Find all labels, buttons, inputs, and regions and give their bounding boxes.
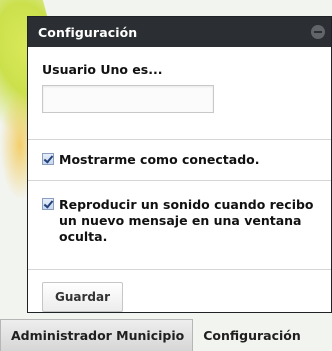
- sound-label: Reproducir un sonido cuando recibo un nu…: [59, 197, 314, 244]
- user-status-label: Usuario Uno es...: [42, 62, 163, 77]
- tab-administrador-municipio[interactable]: Administrador Municipio: [0, 319, 194, 351]
- panel-header: Configuración: [28, 17, 331, 47]
- checkbox-checked-icon[interactable]: [42, 153, 54, 165]
- show-online-label: Mostrarme como conectado.: [59, 152, 260, 167]
- sound-option: Reproducir un sonido cuando recibo un nu…: [28, 181, 331, 269]
- tab-configuracion[interactable]: Configuración: [193, 319, 311, 351]
- settings-panel: Configuración Usuario Uno es... Mostrarm…: [27, 16, 332, 313]
- collapse-icon[interactable]: [311, 25, 325, 39]
- user-status-section: Usuario Uno es...: [28, 47, 331, 139]
- show-online-option: Mostrarme como conectado.: [28, 140, 331, 180]
- user-status-input[interactable]: [42, 85, 214, 113]
- checkbox-checked-icon[interactable]: [42, 198, 54, 210]
- show-online-row[interactable]: Mostrarme como conectado.: [42, 152, 260, 168]
- panel-title: Configuración: [38, 24, 138, 40]
- taskbar: Administrador Municipio Configuración: [0, 318, 332, 351]
- sound-row[interactable]: Reproducir un sonido cuando recibo un nu…: [42, 197, 317, 245]
- save-section: Guardar: [28, 270, 331, 324]
- save-button[interactable]: Guardar: [42, 282, 124, 312]
